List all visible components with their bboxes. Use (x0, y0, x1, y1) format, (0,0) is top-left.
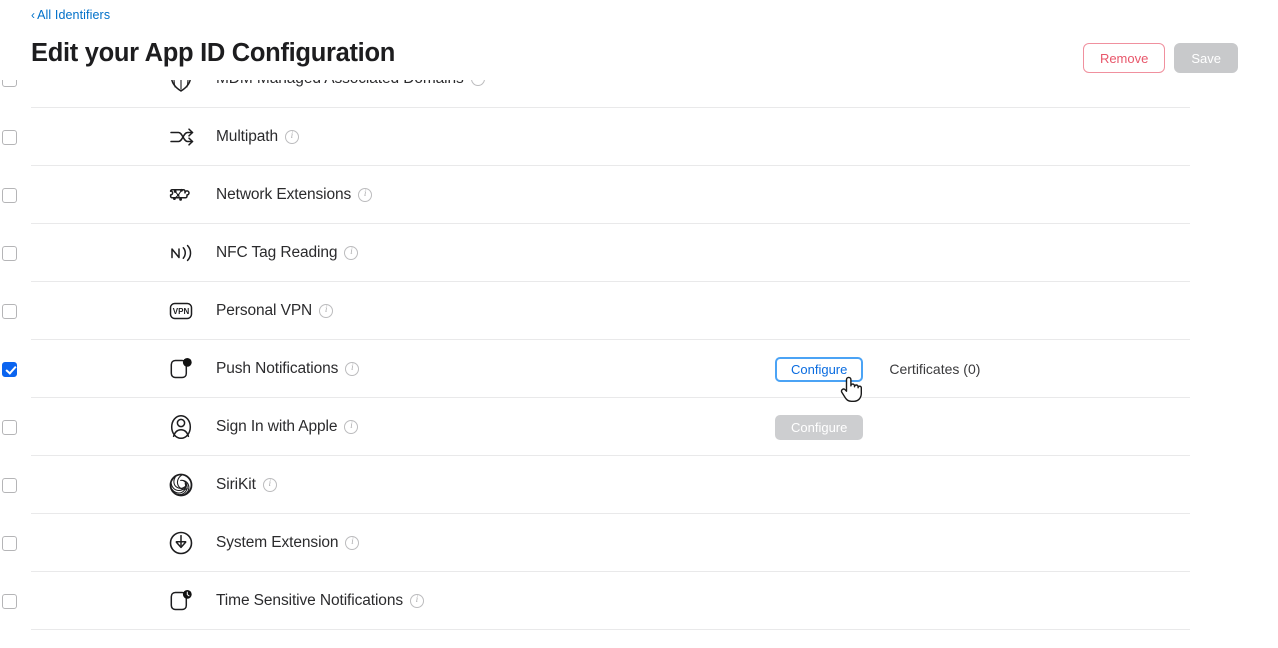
capability-checkbox-cell (0, 536, 31, 551)
capability-row[interactable]: Network Extensions i (0, 166, 1278, 224)
capability-label: Push Notifications (216, 360, 338, 378)
capability-checkbox[interactable] (2, 362, 17, 377)
page-title: Edit your App ID Configuration (31, 39, 395, 68)
capability-row[interactable]: Sign In with Apple i Configure (0, 398, 1278, 456)
capability-label-cell: Network Extensions i (216, 186, 372, 204)
multipath-arrows-icon (149, 122, 213, 152)
capability-checkbox[interactable] (2, 304, 17, 319)
vpn-badge-icon: VPN (149, 296, 213, 326)
capability-row[interactable]: MDM MDM Managed Associated Domains i (0, 80, 1278, 108)
capability-label: MDM Managed Associated Domains (216, 80, 464, 88)
capability-checkbox-cell (0, 420, 31, 435)
capability-label-cell: Push Notifications i (216, 360, 359, 378)
capability-row[interactable]: Multipath i (0, 108, 1278, 166)
info-icon[interactable]: i (344, 420, 358, 434)
capability-label: Multipath (216, 128, 278, 146)
sign-in-with-apple-person-icon (149, 412, 213, 442)
capability-label: Sign In with Apple (216, 418, 337, 436)
capability-label: Network Extensions (216, 186, 351, 204)
configure-button[interactable]: Configure (775, 357, 863, 382)
info-icon[interactable]: i (344, 246, 358, 260)
svg-text:VPN: VPN (173, 307, 190, 316)
capability-checkbox-cell (0, 478, 31, 493)
capability-label-cell: Multipath i (216, 128, 299, 146)
time-sensitive-notification-icon (149, 586, 213, 616)
network-extensions-puzzle-icon (149, 180, 213, 210)
capability-label-cell: Sign In with Apple i (216, 418, 358, 436)
capability-row[interactable]: VPN Personal VPN i (0, 282, 1278, 340)
breadcrumb-label: All Identifiers (37, 8, 110, 22)
capability-label-cell: SiriKit i (216, 476, 277, 494)
capability-checkbox-cell (0, 80, 31, 87)
breadcrumb-all-identifiers[interactable]: ‹All Identifiers (31, 8, 110, 22)
capability-label: NFC Tag Reading (216, 244, 337, 262)
info-icon[interactable]: i (345, 362, 359, 376)
capability-checkbox-cell (0, 130, 31, 145)
info-icon[interactable]: i (358, 188, 372, 202)
capabilities-list: MDM MDM Managed Associated Domains i Mult… (0, 80, 1278, 630)
capability-checkbox-cell (0, 594, 31, 609)
capability-checkbox-cell (0, 188, 31, 203)
capability-checkbox[interactable] (2, 130, 17, 145)
capability-row[interactable]: SiriKit i (0, 456, 1278, 514)
capability-label: System Extension (216, 534, 338, 552)
header-actions: Remove Save (1083, 43, 1238, 73)
capability-checkbox[interactable] (2, 188, 17, 203)
info-icon[interactable]: i (285, 130, 299, 144)
configure-button[interactable]: Configure (775, 415, 863, 440)
save-button[interactable]: Save (1174, 43, 1238, 73)
info-icon[interactable]: i (319, 304, 333, 318)
capability-label-cell: System Extension i (216, 534, 359, 552)
capability-checkbox-cell (0, 246, 31, 261)
capability-checkbox[interactable] (2, 246, 17, 261)
mdm-shield-icon: MDM (149, 80, 213, 94)
capability-checkbox-cell (0, 304, 31, 319)
sirikit-swirl-icon (149, 470, 213, 500)
capability-row[interactable]: NFC Tag Reading i (0, 224, 1278, 282)
capability-row-actions: Configure (775, 398, 863, 456)
capability-label-cell: NFC Tag Reading i (216, 244, 358, 262)
capability-checkbox[interactable] (2, 594, 17, 609)
info-icon[interactable]: i (345, 536, 359, 550)
capability-checkbox[interactable] (2, 420, 17, 435)
info-icon[interactable]: i (471, 80, 485, 86)
capability-checkbox[interactable] (2, 536, 17, 551)
app-id-configuration-page: ‹All Identifiers Edit your App ID Config… (0, 0, 1278, 648)
nfc-waves-icon (149, 238, 213, 268)
capability-checkbox[interactable] (2, 80, 17, 87)
capability-label: Personal VPN (216, 302, 312, 320)
capability-row[interactable]: Time Sensitive Notifications i (0, 572, 1278, 630)
capability-label: Time Sensitive Notifications (216, 592, 403, 610)
capability-checkbox-cell (0, 362, 31, 377)
capability-label-cell: MDM Managed Associated Domains i (216, 80, 485, 88)
info-icon[interactable]: i (410, 594, 424, 608)
capability-label-cell: Time Sensitive Notifications i (216, 592, 424, 610)
capability-row[interactable]: Push Notifications i Configure Certificates… (0, 340, 1278, 398)
capability-row-actions: Configure Certificates (0) (775, 340, 980, 398)
capability-label: SiriKit (216, 476, 256, 494)
system-extension-download-icon (149, 528, 213, 558)
capability-label-cell: Personal VPN i (216, 302, 333, 320)
remove-button[interactable]: Remove (1083, 43, 1165, 73)
certificates-count-label: Certificates (0) (889, 361, 980, 377)
capability-checkbox[interactable] (2, 478, 17, 493)
chevron-left-icon: ‹ (31, 8, 35, 22)
info-icon[interactable]: i (263, 478, 277, 492)
capability-row[interactable]: System Extension i (0, 514, 1278, 572)
push-notification-badge-icon (149, 354, 213, 384)
capabilities-scroll-region[interactable]: MDM MDM Managed Associated Domains i Mult… (0, 80, 1278, 648)
page-header: ‹All Identifiers Edit your App ID Config… (0, 0, 1278, 80)
